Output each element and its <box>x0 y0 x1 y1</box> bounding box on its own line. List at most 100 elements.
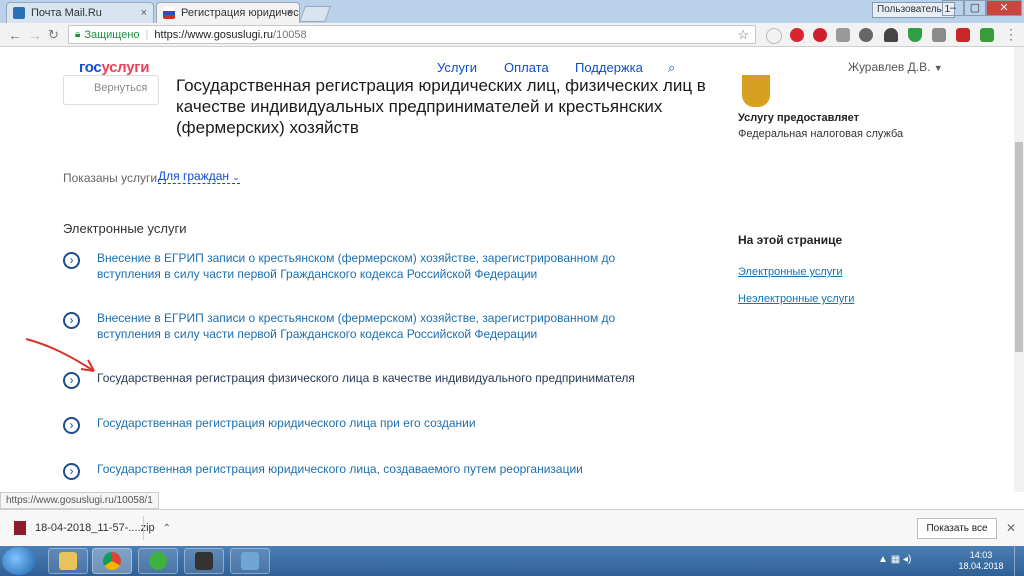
provider-name: Федеральная налоговая служба <box>738 128 904 140</box>
downloads-shelf: 18-04-2018_11-57-....zip ⌃ Показать все … <box>0 509 1024 546</box>
nav-support[interactable]: Поддержка <box>575 60 643 75</box>
user-menu[interactable]: Журавлев Д.В. ▼ <box>848 60 943 74</box>
show-all-button[interactable]: Показать все <box>917 518 997 539</box>
start-button[interactable] <box>2 547 36 575</box>
service-item[interactable]: › Внесение в ЕГРИП записи о крестьянском… <box>63 250 673 282</box>
forward-arrow-icon[interactable]: → <box>28 27 42 43</box>
back-button[interactable]: Вернуться <box>63 75 159 105</box>
maximize-button[interactable]: ▢ <box>964 0 986 16</box>
web-page: Вернуться Государственная регистрация юр… <box>0 47 1014 492</box>
palette-icon <box>241 552 259 570</box>
service-link[interactable]: Внесение в ЕГРИП записи о крестьянском (… <box>97 250 673 282</box>
eye-icon[interactable] <box>884 28 898 42</box>
show-desktop-button[interactable] <box>1014 546 1024 576</box>
flower-icon <box>149 552 167 570</box>
tab-gosuslugi[interactable]: Регистрация юридическ × <box>156 2 300 23</box>
explorer-taskbar-button[interactable] <box>48 548 88 574</box>
filter-value: Для граждан <box>158 169 230 183</box>
zip-archive-icon <box>14 521 26 535</box>
close-window-button[interactable]: ✕ <box>986 0 1022 16</box>
service-link[interactable]: Государственная регистрация юридического… <box>97 461 583 480</box>
fns-emblem-icon <box>742 75 770 107</box>
volume-icon: ◂) <box>902 554 912 565</box>
download-arrow-icon[interactable] <box>980 28 994 42</box>
russian-flag-favicon-icon <box>163 7 175 19</box>
logo-part-uslugi: услуги <box>101 59 150 76</box>
tab-close-icon[interactable]: × <box>287 7 293 19</box>
search-icon[interactable]: ⌕ <box>668 60 675 76</box>
secure-label: Защищено <box>84 28 140 41</box>
chevron-up-icon[interactable]: ⌃ <box>163 523 171 534</box>
user-name: Журавлев Д.В. <box>848 60 931 74</box>
extension-icon[interactable] <box>836 28 850 42</box>
code-icon[interactable] <box>932 28 946 42</box>
new-tab-button[interactable] <box>299 6 331 22</box>
folder-icon <box>59 552 77 570</box>
url-path: /10058 <box>273 28 307 41</box>
divider <box>143 516 144 540</box>
download-item[interactable]: 18-04-2018_11-57-....zip ⌃ <box>14 521 171 535</box>
pinterest-icon[interactable] <box>813 28 827 42</box>
nav-services[interactable]: Услуги <box>437 60 477 75</box>
clock-date: 18.04.2018 <box>958 561 1004 571</box>
tab-title: Регистрация юридическ <box>181 7 300 19</box>
browser-toolbar: ← → ↻ 🔒︎ Защищено | https://www.gosuslug… <box>0 23 1024 47</box>
section-title: Электронные услуги <box>63 221 187 236</box>
address-bar[interactable]: 🔒︎ Защищено | https://www.gosuslugi.ru/1… <box>68 25 756 44</box>
service-link[interactable]: Государственная регистрация юридического… <box>97 415 476 434</box>
bookmark-star-icon[interactable]: ☆ <box>737 27 749 43</box>
filter-label: Показаны услуги <box>63 171 158 185</box>
on-page-title: На этой странице <box>738 233 843 247</box>
icq-taskbar-button[interactable] <box>138 548 178 574</box>
service-item[interactable]: › Государственная регистрация юридическо… <box>63 415 673 434</box>
browser-tab-strip: Почта Mail.Ru × Регистрация юридическ × … <box>0 0 1024 23</box>
provider-label: Услугу предоставляет <box>738 112 860 124</box>
service-item[interactable]: › Государственная регистрация юридическо… <box>63 461 673 480</box>
lock-icon: 🔒︎ <box>75 29 81 40</box>
on-page-link[interactable]: Электронные услуги <box>738 266 842 278</box>
nav-payment[interactable]: Оплата <box>504 60 549 75</box>
gosuslugi-logo[interactable]: госуслуги <box>79 59 149 76</box>
minimize-button[interactable]: – <box>942 0 964 16</box>
on-page-link[interactable]: Неэлектронные услуги <box>738 293 854 305</box>
page-title: Государственная регистрация юридических … <box>176 76 706 137</box>
tab-title: Почта Mail.Ru <box>31 7 102 19</box>
omnibox-divider: | <box>145 28 149 41</box>
chevron-down-icon: ⌄ <box>232 172 240 182</box>
service-link[interactable]: Внесение в ЕГРИП записи о крестьянском (… <box>97 310 673 342</box>
paint-taskbar-button[interactable] <box>230 548 270 574</box>
close-icon[interactable]: ✕ <box>1006 521 1016 535</box>
logo-part-gos: гос <box>79 59 102 76</box>
taskbar: ▲ ▦ ◂) 14:03 18.04.2018 <box>0 546 1024 576</box>
service-item[interactable]: › Внесение в ЕГРИП записи о крестьянском… <box>63 310 673 342</box>
shield-icon[interactable] <box>908 28 922 42</box>
link-status-bar: https://www.gosuslugi.ru/10058/1 <box>0 492 159 509</box>
extension-icon[interactable] <box>859 28 873 42</box>
chevron-circle-icon: › <box>63 252 80 269</box>
menu-dots-icon[interactable]: ⋮ <box>1004 26 1018 43</box>
reload-icon[interactable]: ↻ <box>48 27 59 43</box>
tray-arrow-icon: ▲ <box>878 554 888 565</box>
service-item[interactable]: › Государственная регистрация физическог… <box>63 370 673 389</box>
chevron-circle-icon: › <box>63 312 80 329</box>
clock-time: 14:03 <box>969 550 993 560</box>
opera-icon[interactable] <box>790 28 804 42</box>
system-tray[interactable]: ▲ ▦ ◂) <box>878 554 911 565</box>
film-icon <box>195 552 213 570</box>
page-scrollbar[interactable] <box>1014 47 1024 492</box>
download-filename: 18-04-2018_11-57-....zip <box>35 522 155 534</box>
url-host: https://www.gosuslugi.ru <box>154 28 274 41</box>
media-taskbar-button[interactable] <box>184 548 224 574</box>
scrollbar-thumb[interactable] <box>1015 142 1023 352</box>
tab-mail[interactable]: Почта Mail.Ru × <box>6 2 154 23</box>
chrome-taskbar-button[interactable] <box>92 548 132 574</box>
extension-icon[interactable] <box>766 28 782 44</box>
extension-icon[interactable] <box>956 28 970 42</box>
annotation-arrow-icon <box>25 338 95 372</box>
tab-close-icon[interactable]: × <box>141 7 147 19</box>
taskbar-clock[interactable]: 14:03 18.04.2018 <box>958 550 1004 572</box>
chevron-down-icon: ▼ <box>933 63 943 73</box>
back-arrow-icon[interactable]: ← <box>8 27 22 43</box>
filter-dropdown[interactable]: Для граждан ⌄ <box>158 169 240 184</box>
service-link[interactable]: Государственная регистрация физического … <box>97 370 635 389</box>
